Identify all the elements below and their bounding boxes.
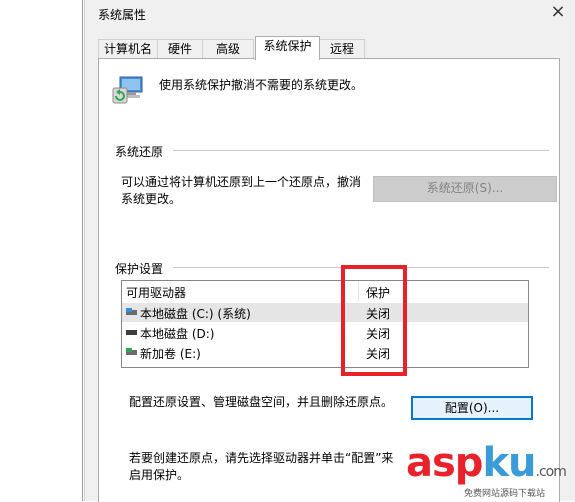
create-desc-2: 启用保护。 xyxy=(129,468,190,482)
hard-drive-icon xyxy=(126,330,137,335)
window-edge xyxy=(82,0,83,501)
dialog-title: 系统属性 xyxy=(98,8,147,22)
configure-button[interactable]: 配置(O)... xyxy=(411,396,533,420)
system-restore-desc-1: 可以通过将计算机还原到上一个还原点，撤消 xyxy=(121,175,362,189)
highlight-annotation xyxy=(341,265,407,376)
system-restore-button[interactable]: 系统还原(S)... xyxy=(373,176,557,202)
drive-label: 新加卷 (E:) xyxy=(140,347,201,361)
drive-label: 本地磁盘 (D:) xyxy=(140,327,215,341)
tab-system-protection[interactable]: 系统保护 xyxy=(255,36,320,60)
drive-list-header: 可用驱动器 保护 xyxy=(122,281,528,301)
watermark-brand: aspku.com xyxy=(406,440,567,486)
close-icon[interactable]: × xyxy=(546,2,570,24)
system-restore-heading: 系统还原 xyxy=(115,145,164,159)
system-drive-icon xyxy=(126,308,137,315)
drive-row-c[interactable]: 本地磁盘 (C:) (系统) 关闭 xyxy=(122,303,528,322)
section-divider xyxy=(173,150,549,151)
background-window xyxy=(0,0,82,501)
drive-row-e[interactable]: 新加卷 (E:) 关闭 xyxy=(122,343,528,362)
tab-hardware[interactable]: 硬件 xyxy=(157,39,203,59)
tab-panel: 使用系统保护撤消不需要的系统更改。 系统还原 可以通过将计算机还原到上一个还原点… xyxy=(98,58,560,502)
tab-computer-name[interactable]: 计算机名 xyxy=(98,39,158,59)
watermark-logo: aspku.com 免费网站源码下载站 xyxy=(402,440,575,501)
drive-label: 本地磁盘 (C:) (系统) xyxy=(140,307,251,321)
system-restore-desc-2: 系统更改。 xyxy=(121,192,182,206)
volume-drive-icon xyxy=(126,348,137,355)
tab-advanced[interactable]: 高级 xyxy=(202,39,254,59)
protection-settings-heading: 保护设置 xyxy=(115,262,164,276)
column-available-drives[interactable]: 可用驱动器 xyxy=(126,284,186,301)
drive-list[interactable]: 可用驱动器 保护 本地磁盘 (C:) (系统) 关闭 本地磁盘 (D:) 关闭 xyxy=(121,280,529,368)
intro-text: 使用系统保护撤消不需要的系统更改。 xyxy=(159,78,364,92)
configure-desc: 配置还原设置、管理磁盘空间，并且删除还原点。 xyxy=(129,395,394,409)
watermark-subtitle: 免费网站源码下载站 xyxy=(464,489,546,499)
drive-row-d[interactable]: 本地磁盘 (D:) 关闭 xyxy=(122,323,528,342)
create-desc-1: 若要创建还原点，请先选择驱动器并单击“配置”来 xyxy=(129,451,394,465)
tab-remote[interactable]: 远程 xyxy=(319,39,365,59)
system-properties-dialog: 系统属性 × 计算机名 硬件 高级 系统保护 远程 使用系统保护撤消不需要的系统… xyxy=(90,0,575,502)
system-protection-icon xyxy=(112,76,143,104)
